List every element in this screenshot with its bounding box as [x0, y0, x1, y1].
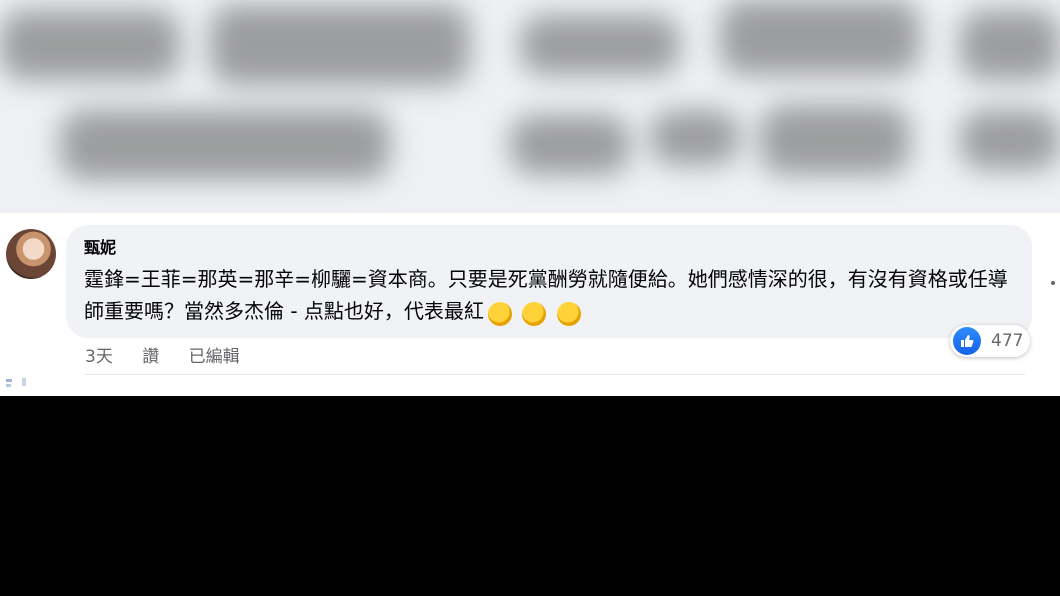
timestamp[interactable]: 3天	[85, 347, 113, 367]
comment-body: 霆鋒=王菲=那英=那辛=柳驪=資本商。只要是死黨酬勞就隨便給。她們感情深的很，有…	[84, 263, 1014, 329]
like-count: 477	[991, 331, 1024, 351]
avatar[interactable]	[6, 229, 56, 279]
comment-author[interactable]: 甄妮	[84, 237, 1014, 259]
partial-icon	[6, 378, 26, 387]
clapping-hands-icon	[556, 302, 581, 326]
emoji-group	[487, 297, 585, 329]
edited-label[interactable]: 已編輯	[189, 347, 240, 367]
divider	[85, 374, 1025, 375]
comment-bubble: 甄妮 霆鋒=王菲=那英=那辛=柳驪=資本商。只要是死黨酬勞就隨便給。她們感情深的…	[66, 225, 1032, 338]
comment-meta: 3天 讚 已編輯	[85, 342, 264, 367]
more-options-icon[interactable]	[1051, 281, 1055, 285]
clapping-hands-icon	[522, 302, 547, 326]
blurred-background	[0, 0, 1060, 213]
reaction-summary[interactable]: 477	[950, 325, 1030, 357]
like-action[interactable]: 讚	[142, 347, 159, 367]
thumbs-up-icon	[953, 327, 981, 355]
clapping-hands-icon	[487, 302, 512, 326]
